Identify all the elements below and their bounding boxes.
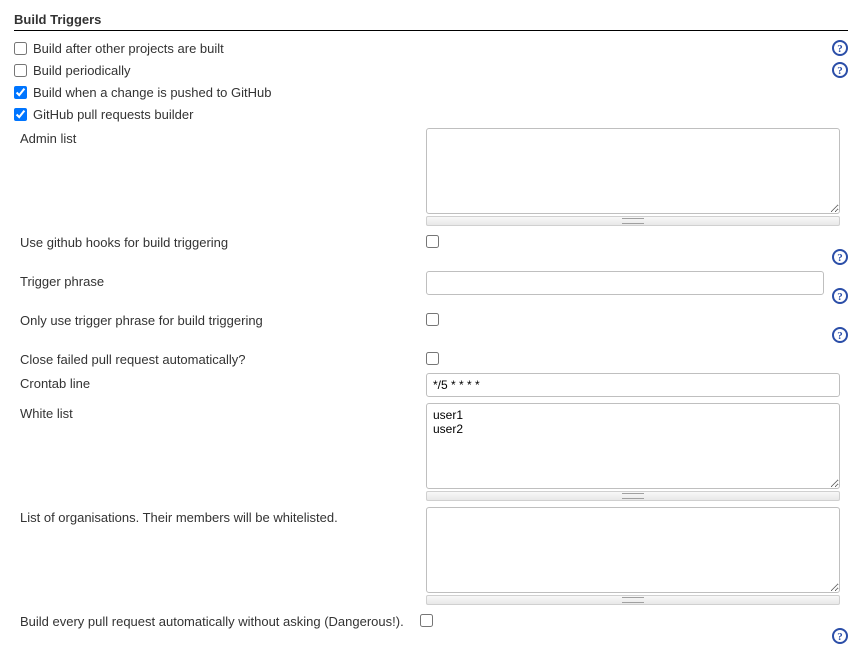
scrollbar[interactable]: [426, 216, 840, 226]
trigger-build-periodically: Build periodically ?: [14, 59, 848, 81]
svg-text:?: ?: [837, 65, 843, 77]
checkbox-build-after-other[interactable]: [14, 42, 27, 55]
field-white-list: White list: [20, 400, 848, 504]
checkbox-github-push[interactable]: [14, 86, 27, 99]
label-use-hooks: Use github hooks for build triggering: [20, 232, 426, 250]
label-github-pr-builder: GitHub pull requests builder: [33, 107, 193, 122]
label-github-push: Build when a change is pushed to GitHub: [33, 85, 272, 100]
field-admin-list: Admin list: [20, 125, 848, 229]
section-title: Build Triggers: [14, 12, 848, 31]
field-trigger-phrase: Trigger phrase ?: [20, 268, 848, 307]
input-admin-list[interactable]: [426, 128, 840, 214]
help-icon[interactable]: ?: [832, 249, 848, 265]
label-close-failed: Close failed pull request automatically?: [20, 349, 426, 367]
label-white-list: White list: [20, 403, 426, 421]
field-close-failed: Close failed pull request automatically?: [20, 346, 848, 370]
label-admin-list: Admin list: [20, 128, 426, 146]
field-orgs-list: List of organisations. Their members wil…: [20, 504, 848, 608]
help-icon[interactable]: ?: [832, 628, 848, 644]
label-build-periodically: Build periodically: [33, 63, 131, 78]
help-icon[interactable]: ?: [832, 327, 848, 343]
input-orgs-list[interactable]: [426, 507, 840, 593]
scrollbar[interactable]: [426, 595, 840, 605]
svg-text:?: ?: [837, 252, 843, 264]
label-build-every-pr: Build every pull request automatically w…: [20, 611, 414, 629]
help-icon[interactable]: ?: [832, 288, 848, 304]
field-build-every-pr: Build every pull request automatically w…: [20, 608, 848, 647]
field-crontab: Crontab line: [20, 370, 848, 400]
checkbox-github-pr-builder[interactable]: [14, 108, 27, 121]
input-trigger-phrase[interactable]: [426, 271, 824, 295]
svg-text:?: ?: [837, 330, 843, 342]
svg-text:?: ?: [837, 291, 843, 303]
trigger-github-pr-builder: GitHub pull requests builder: [14, 103, 848, 125]
help-icon[interactable]: ?: [832, 62, 848, 78]
input-white-list[interactable]: [426, 403, 840, 489]
trigger-github-push: Build when a change is pushed to GitHub: [14, 81, 848, 103]
help-icon[interactable]: ?: [832, 40, 848, 56]
label-crontab: Crontab line: [20, 373, 426, 391]
field-only-trigger-phrase: Only use trigger phrase for build trigge…: [20, 307, 848, 346]
checkbox-build-every-pr[interactable]: [420, 614, 433, 627]
field-use-hooks: Use github hooks for build triggering ?: [20, 229, 848, 268]
label-orgs-list: List of organisations. Their members wil…: [20, 507, 426, 525]
label-build-after-other: Build after other projects are built: [33, 41, 224, 56]
checkbox-build-periodically[interactable]: [14, 64, 27, 77]
input-crontab[interactable]: [426, 373, 840, 397]
trigger-build-after-other: Build after other projects are built ?: [14, 37, 848, 59]
scrollbar[interactable]: [426, 491, 840, 501]
label-trigger-phrase: Trigger phrase: [20, 271, 426, 289]
checkbox-only-trigger-phrase[interactable]: [426, 313, 439, 326]
pr-builder-panel: Admin list Use github hooks for build tr…: [20, 125, 848, 647]
checkbox-use-hooks[interactable]: [426, 235, 439, 248]
svg-text:?: ?: [837, 43, 843, 55]
label-only-trigger-phrase: Only use trigger phrase for build trigge…: [20, 310, 426, 328]
checkbox-close-failed[interactable]: [426, 352, 439, 365]
